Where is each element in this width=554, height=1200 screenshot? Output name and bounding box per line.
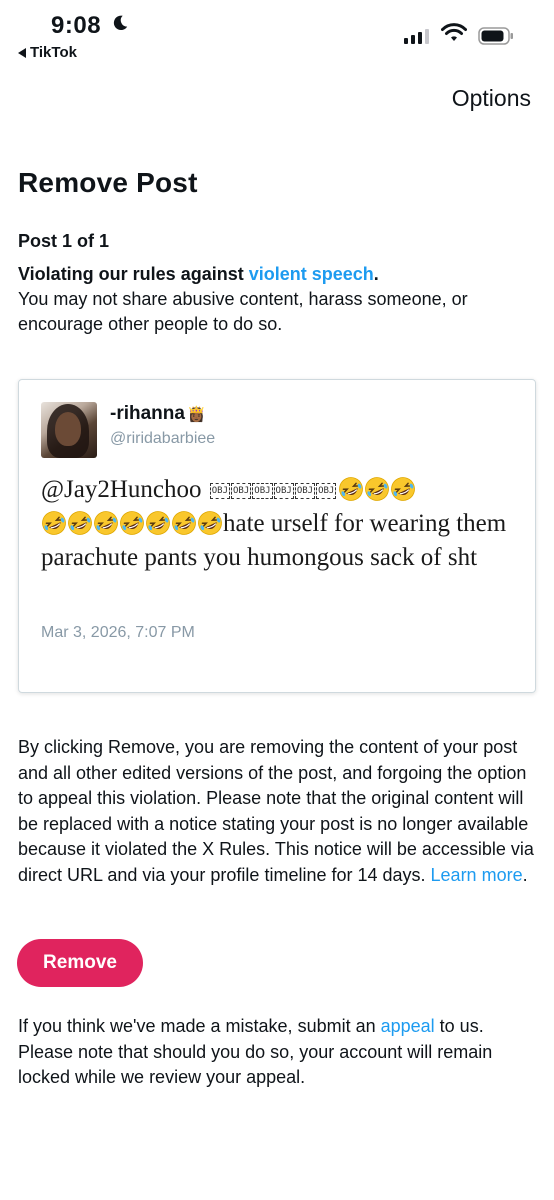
rule-description: You may not share abusive content, haras… [18,289,468,334]
battery-icon [478,27,513,45]
emoji-group-1 [338,476,416,503]
rule-suffix: . [373,264,379,284]
laughing-emoji-icon [146,511,170,535]
appeal-link[interactable]: appeal [381,1016,435,1036]
tweet-display-name: -rihanna 👸🏾 [110,403,206,425]
laughing-emoji-icon [172,511,196,535]
laughing-emoji-icon [94,511,118,535]
back-app-label: TikTok [30,44,77,61]
tweet-date: Mar 3, 2026, 7:07 PM [41,624,195,641]
options-button[interactable]: Options [452,85,531,112]
emoji-group-2 [41,510,223,537]
back-arrow-icon [18,47,26,58]
notice-suffix: . [522,864,528,885]
laughing-emoji-icon [120,511,144,535]
rule-prefix: Violating our rules against [18,264,249,284]
laughing-emoji-icon [365,477,390,501]
tweet-card: -rihanna 👸🏾 @riridabarbiee @Jay2Hunchoo … [18,379,536,693]
post-count: Post 1 of 1 [18,231,110,251]
removal-notice: By clicking Remove, you are removing the… [18,735,538,888]
appeal-prefix: If you think we've made a mistake, submi… [18,1016,381,1036]
laughing-emoji-icon [339,477,364,501]
page-title: Remove Post [18,167,198,198]
violation-rule: Violating our rules against violent spee… [18,262,538,337]
wifi-icon [441,23,467,41]
princess-emoji: 👸🏾 [186,406,206,423]
laughing-emoji-icon [391,477,416,501]
notice-text: By clicking Remove, you are removing the… [18,737,534,885]
avatar [41,402,97,458]
display-name-text: -rihanna [110,403,185,424]
laughing-emoji-icon [198,511,222,535]
object-placeholder: OBJ [252,483,273,500]
violent-speech-link[interactable]: violent speech [249,264,374,284]
cellular-signal-icon [404,28,429,44]
object-placeholders: OBJ OBJ OBJ OBJ OBJ OBJ [209,483,337,500]
moon-icon [113,15,128,31]
tweet-text: @Jay2Hunchoo OBJ OBJ OBJ OBJ OBJ OBJ hate urs… [41,473,521,575]
remove-button[interactable]: Remove [17,939,143,987]
object-placeholder: OBJ [273,483,294,500]
object-placeholder: OBJ [209,483,231,500]
tweet-handle: @riridabarbiee [110,430,216,447]
back-to-app-link[interactable]: TikTok [18,44,77,61]
object-placeholder: OBJ [316,483,337,500]
laughing-emoji-icon [68,511,92,535]
object-placeholder: OBJ [231,483,252,500]
status-bar: 9:08 TikTok [0,0,554,70]
object-placeholder: OBJ [294,483,316,500]
laughing-emoji-icon [42,511,66,535]
learn-more-link[interactable]: Learn more [431,865,523,885]
tweet-mention: @Jay2Hunchoo [41,476,202,503]
appeal-info: If you think we've made a mistake, submi… [18,1014,538,1091]
status-time: 9:08 [51,12,102,39]
